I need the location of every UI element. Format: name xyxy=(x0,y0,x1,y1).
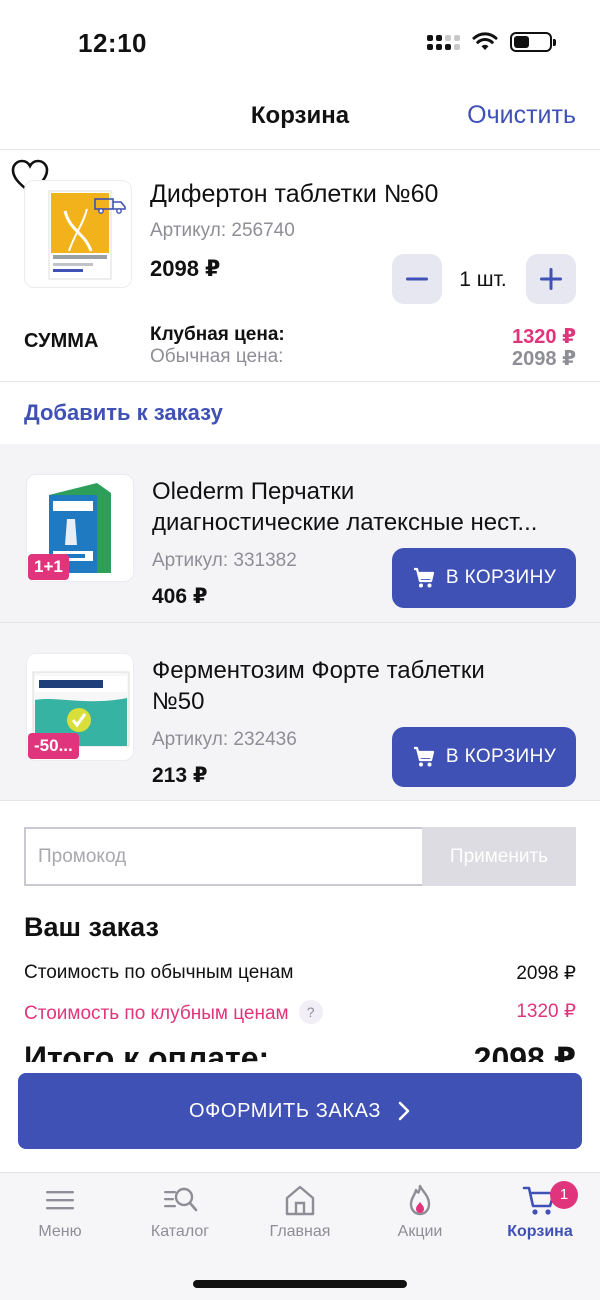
add-to-cart-button[interactable]: В КОРЗИНУ xyxy=(392,548,576,608)
order-summary-title: Ваш заказ xyxy=(24,912,159,942)
regular-total-value: 2098 ₽ xyxy=(516,963,576,984)
add-to-cart-button[interactable]: В КОРЗИНУ xyxy=(392,727,576,787)
cart-header: Корзина Очистить xyxy=(0,88,600,150)
tab-menu[interactable]: Меню xyxy=(0,1183,120,1263)
wifi-icon xyxy=(472,32,498,50)
regular-price-value: 2098 ₽ xyxy=(512,348,576,370)
increase-quantity-button[interactable] xyxy=(526,254,576,304)
recommended-product: 1+1 Olederm Перчатки диагностические лат… xyxy=(0,444,600,623)
recommended-product-price: 213 ₽ xyxy=(152,764,208,787)
catalog-search-icon xyxy=(164,1187,198,1212)
checkout-button[interactable]: ОФОРМИТЬ ЗАКАЗ xyxy=(18,1073,582,1149)
promo-badge: 1+1 xyxy=(28,554,69,580)
club-total-value: 1320 ₽ xyxy=(516,1001,576,1022)
tab-catalog[interactable]: Каталог xyxy=(120,1183,240,1263)
add-to-cart-label: В КОРЗИНУ xyxy=(445,567,557,588)
status-bar: 12:10 xyxy=(0,0,600,88)
recommended-product: -50... Ферментозим Форте таблетки №50 Ар… xyxy=(0,623,600,801)
discount-badge: -50... xyxy=(28,733,79,759)
decrease-quantity-button[interactable] xyxy=(392,254,442,304)
tab-cart[interactable]: 1 Корзина xyxy=(480,1181,600,1263)
tab-label: Главная xyxy=(269,1223,331,1240)
help-icon[interactable]: ? xyxy=(298,1000,323,1024)
plus-icon xyxy=(540,268,562,290)
product-image[interactable] xyxy=(24,180,132,288)
chevron-right-icon xyxy=(398,1101,410,1121)
sum-label: СУММА xyxy=(24,330,99,352)
regular-total-label: Стоимость по обычным ценам xyxy=(24,962,294,983)
apply-promo-button[interactable]: Применить xyxy=(422,827,576,886)
cart-item: Дифертон таблетки №60 Артикул: 256740 20… xyxy=(0,150,600,382)
tab-label: Каталог xyxy=(150,1223,210,1240)
cart-count-badge: 1 xyxy=(550,1181,578,1209)
recommended-product-name[interactable]: Ферментозим Форте таблетки №50 xyxy=(152,655,584,717)
flame-icon xyxy=(409,1184,431,1216)
regular-price-label: Обычная цена: xyxy=(150,346,284,367)
tab-label: Акции xyxy=(397,1223,443,1240)
tab-label: Меню xyxy=(38,1223,82,1240)
recommended-product-sku: Артикул: 232436 xyxy=(152,729,297,750)
checkout-label: ОФОРМИТЬ ЗАКАЗ xyxy=(188,1099,382,1122)
club-total-label: Стоимость по клубным ценам? xyxy=(24,1000,323,1025)
cart-icon xyxy=(413,567,434,588)
promo-code-input[interactable] xyxy=(24,827,422,886)
tab-home[interactable]: Главная xyxy=(240,1183,360,1263)
menu-icon xyxy=(46,1191,74,1210)
difertone-box-image xyxy=(48,190,126,280)
recommended-product-name[interactable]: Olederm Перчатки диагностические латексн… xyxy=(152,476,584,538)
product-sku: Артикул: 256740 xyxy=(150,220,295,241)
status-time: 12:10 xyxy=(78,28,147,58)
recommended-product-sku: Артикул: 331382 xyxy=(152,550,297,571)
quantity-value: 1 шт. xyxy=(459,268,507,291)
product-name[interactable]: Дифертон таблетки №60 xyxy=(150,180,438,209)
tab-promotions[interactable]: Акции xyxy=(360,1183,480,1263)
clear-cart-button[interactable]: Очистить xyxy=(467,101,576,130)
cart-icon xyxy=(413,746,434,767)
tab-label: Корзина xyxy=(507,1223,573,1240)
recommended-product-price: 406 ₽ xyxy=(152,585,208,608)
add-to-cart-label: В КОРЗИНУ xyxy=(445,746,557,767)
battery-icon xyxy=(510,32,556,52)
cellular-signal-icon xyxy=(427,34,460,50)
product-price: 2098 ₽ xyxy=(150,256,221,281)
home-indicator[interactable] xyxy=(193,1280,407,1288)
minus-icon xyxy=(406,277,428,281)
status-icons xyxy=(427,32,556,52)
club-price-label: Клубная цена: xyxy=(150,324,285,345)
home-icon xyxy=(285,1185,315,1216)
add-to-order-title: Добавить к заказу xyxy=(24,400,223,425)
